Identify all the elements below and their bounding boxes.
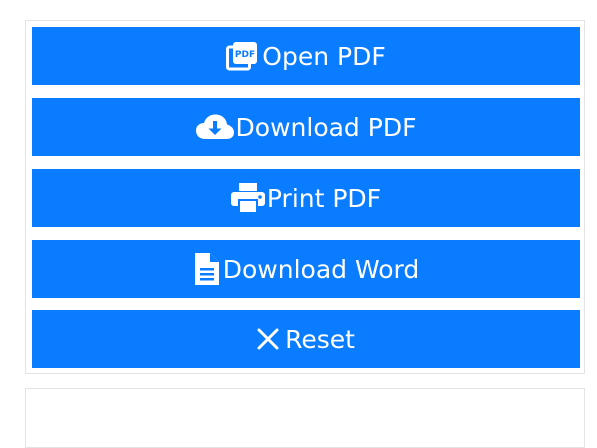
reset-label: Reset (285, 324, 355, 354)
document-icon (193, 253, 221, 285)
cloud-download-icon (195, 114, 234, 140)
svg-text:PDF: PDF (235, 50, 255, 60)
download-word-button[interactable]: Download Word (32, 240, 580, 298)
open-pdf-label: Open PDF (262, 41, 386, 71)
pdf-file-icon: PDF (226, 41, 260, 71)
download-pdf-button[interactable]: Download PDF (32, 98, 580, 156)
print-pdf-label: Print PDF (266, 183, 382, 213)
close-icon (257, 328, 279, 350)
action-panel: PDF Open PDF Download PDF Print PDF Down… (25, 20, 585, 374)
reset-button[interactable]: Reset (32, 310, 580, 368)
secondary-panel (25, 388, 585, 448)
open-pdf-button[interactable]: PDF Open PDF (32, 27, 580, 85)
print-pdf-button[interactable]: Print PDF (32, 169, 580, 227)
download-pdf-label: Download PDF (235, 112, 417, 142)
download-word-label: Download Word (222, 254, 420, 284)
printer-icon (230, 183, 265, 213)
